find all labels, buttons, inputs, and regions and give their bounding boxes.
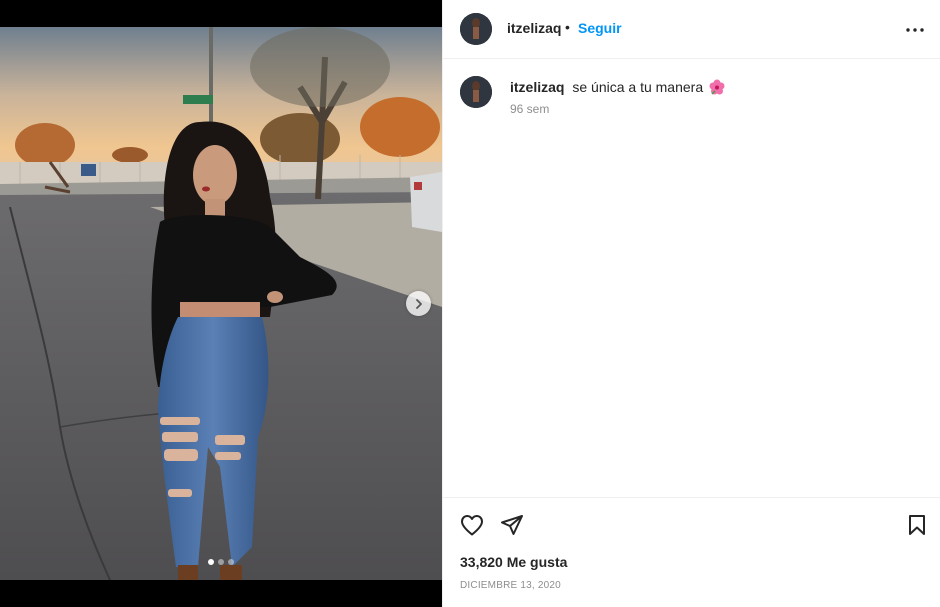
caption-text: se única a tu manera xyxy=(572,79,704,95)
post-date[interactable]: DICIEMBRE 13, 2020 xyxy=(460,580,561,591)
post-photo xyxy=(0,27,442,580)
post-media xyxy=(0,0,442,607)
chevron-right-icon xyxy=(415,298,422,309)
bookmark-icon xyxy=(909,515,925,535)
carousel-dot xyxy=(218,559,224,565)
username[interactable]: itzelizaq xyxy=(507,20,561,36)
more-options-button[interactable] xyxy=(903,18,927,42)
avatar[interactable] xyxy=(460,13,492,45)
avatar[interactable] xyxy=(460,76,492,108)
comment-timestamp[interactable]: 96 sem xyxy=(510,102,549,116)
carousel-dot xyxy=(208,559,214,565)
heart-icon xyxy=(461,515,483,536)
paper-plane-icon xyxy=(501,515,523,535)
caption-line: itzelizaq se única a tu manera xyxy=(510,79,725,98)
separator-dot: • xyxy=(565,19,570,35)
share-button[interactable] xyxy=(499,512,525,538)
caption-username[interactable]: itzelizaq xyxy=(510,79,564,95)
hibiscus-flower-icon xyxy=(709,79,725,98)
post-header: itzelizaq • Seguir xyxy=(443,0,940,59)
carousel-dot xyxy=(228,559,234,565)
like-count[interactable]: 33,820 Me gusta xyxy=(460,554,567,570)
more-options-icon xyxy=(906,28,924,32)
like-button[interactable] xyxy=(459,512,485,538)
carousel-indicator xyxy=(0,559,442,565)
carousel-next-button[interactable] xyxy=(406,291,431,316)
post-actions: 33,820 Me gusta DICIEMBRE 13, 2020 xyxy=(443,497,940,607)
follow-button[interactable]: Seguir xyxy=(578,20,622,36)
save-button[interactable] xyxy=(904,512,930,538)
post-side-panel: itzelizaq • Seguir itzelizaq se única a … xyxy=(442,0,940,607)
